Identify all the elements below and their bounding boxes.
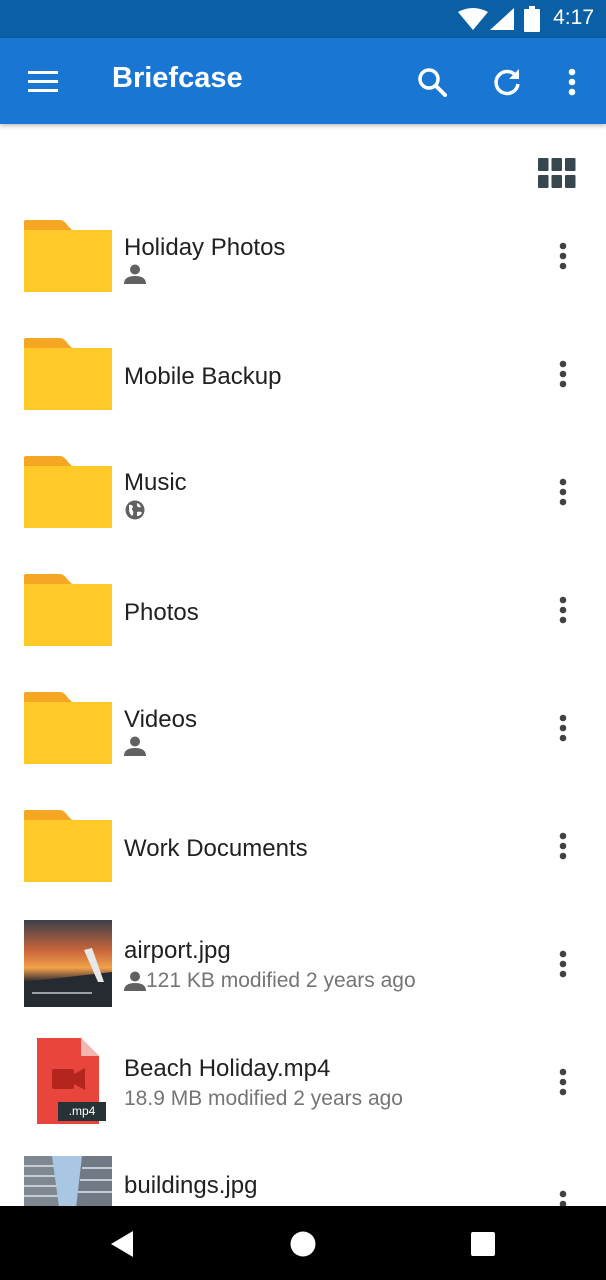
app-title: Briefcase bbox=[112, 62, 243, 94]
item-name: airport.jpg bbox=[124, 937, 231, 964]
more-options-icon[interactable] bbox=[546, 824, 580, 868]
wifi-icon bbox=[458, 8, 488, 30]
folder-icon bbox=[24, 692, 112, 764]
grid-view-icon[interactable] bbox=[538, 158, 576, 188]
file-type-tag: .mp4 bbox=[58, 1102, 106, 1121]
item-name: Holiday Photos bbox=[124, 234, 286, 261]
menu-icon[interactable] bbox=[21, 60, 65, 104]
image-thumbnail bbox=[24, 920, 112, 1007]
item-name: Beach Holiday.mp4 bbox=[124, 1055, 331, 1082]
folder-icon bbox=[24, 810, 112, 882]
more-options-icon[interactable] bbox=[546, 706, 580, 750]
signal-icon bbox=[490, 8, 514, 30]
list-item[interactable]: .mp4 Beach Holiday.mp4 18.9 MB modified … bbox=[0, 1038, 606, 1156]
app-bar: Briefcase bbox=[0, 38, 606, 124]
folder-icon bbox=[24, 574, 112, 646]
item-name: Music bbox=[124, 469, 187, 496]
more-vert-icon[interactable] bbox=[550, 60, 594, 104]
item-meta: 18.9 MB modified 2 years ago bbox=[124, 1087, 403, 1111]
search-icon[interactable] bbox=[410, 60, 454, 104]
list-item[interactable]: Photos bbox=[0, 572, 606, 690]
globe-icon bbox=[125, 500, 145, 520]
list-item[interactable]: Mobile Backup bbox=[0, 336, 606, 454]
item-name: Mobile Backup bbox=[124, 363, 282, 390]
folder-icon bbox=[24, 456, 112, 528]
refresh-icon[interactable] bbox=[485, 60, 529, 104]
status-bar: 4:17 bbox=[0, 0, 606, 38]
list-item[interactable]: Music bbox=[0, 454, 606, 572]
item-name: buildings.jpg bbox=[124, 1172, 258, 1199]
item-name: Photos bbox=[124, 599, 199, 626]
clock: 4:17 bbox=[553, 6, 594, 29]
home-icon[interactable] bbox=[283, 1226, 323, 1262]
list-item[interactable]: Work Documents bbox=[0, 808, 606, 926]
back-icon[interactable] bbox=[103, 1226, 143, 1262]
recents-icon[interactable] bbox=[463, 1226, 503, 1262]
more-options-icon[interactable] bbox=[546, 1060, 580, 1104]
item-name: Videos bbox=[124, 706, 197, 733]
file-details: 18.9 MB modified 2 years ago bbox=[124, 1087, 403, 1110]
item-meta: 121 KB modified 2 years ago bbox=[124, 969, 416, 993]
list-item[interactable]: airport.jpg 121 KB modified 2 years ago bbox=[0, 920, 606, 1038]
battery-icon bbox=[524, 6, 540, 32]
more-options-icon[interactable] bbox=[546, 352, 580, 396]
person-icon bbox=[124, 736, 146, 756]
folder-icon bbox=[24, 220, 112, 292]
more-options-icon[interactable] bbox=[546, 470, 580, 514]
file-details: 121 KB modified 2 years ago bbox=[146, 969, 416, 992]
video-file-icon: .mp4 bbox=[37, 1038, 106, 1124]
more-options-icon[interactable] bbox=[546, 942, 580, 986]
person-icon bbox=[124, 264, 146, 284]
item-name: Work Documents bbox=[124, 835, 308, 862]
folder-icon bbox=[24, 338, 112, 410]
list-item[interactable]: Holiday Photos bbox=[0, 218, 606, 336]
more-options-icon[interactable] bbox=[546, 234, 580, 278]
navigation-bar bbox=[0, 1206, 606, 1280]
more-options-icon[interactable] bbox=[546, 588, 580, 632]
person-icon bbox=[124, 971, 146, 991]
list-item[interactable]: Videos bbox=[0, 690, 606, 808]
